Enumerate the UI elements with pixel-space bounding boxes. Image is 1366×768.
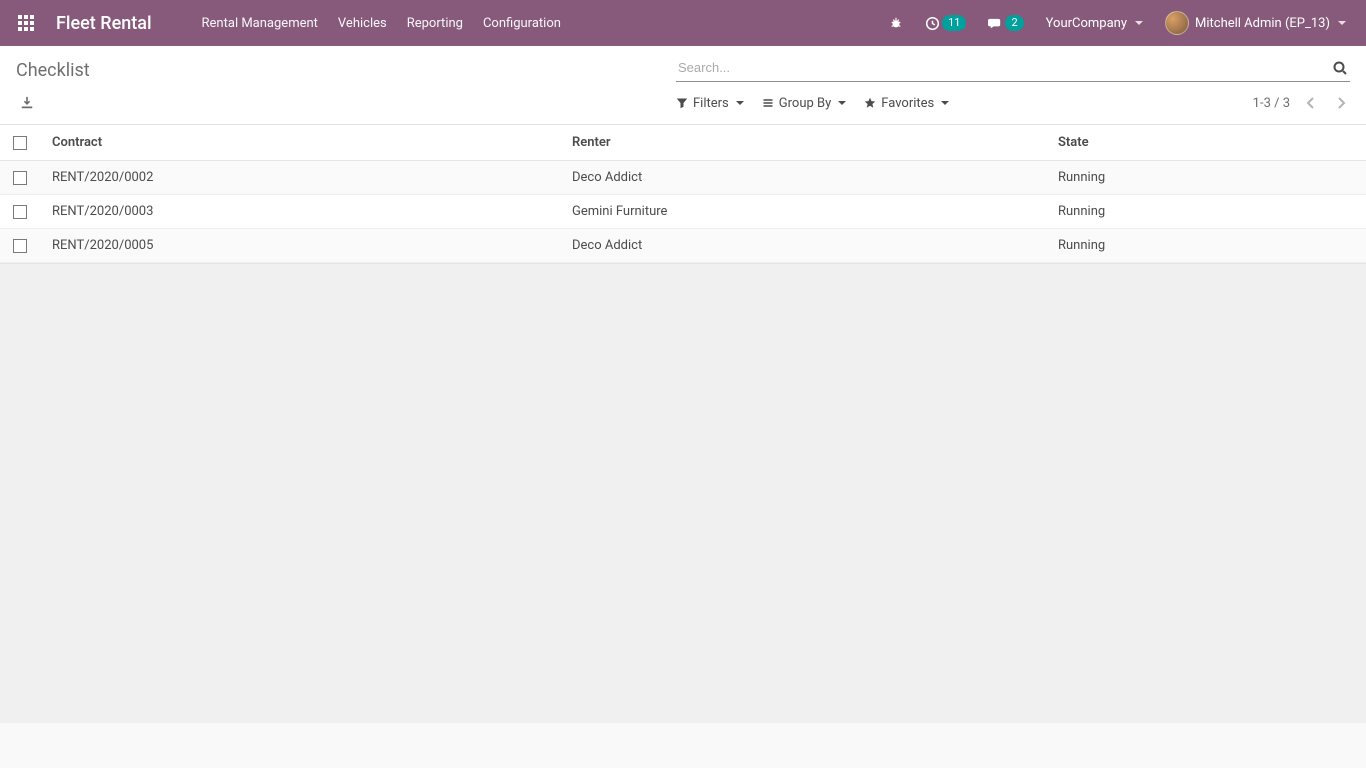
- filters-label: Filters: [693, 96, 729, 111]
- table-header-row: Contract Renter State: [0, 125, 1366, 161]
- company-switcher[interactable]: YourCompany: [1038, 0, 1151, 46]
- column-header-state[interactable]: State: [1046, 125, 1286, 161]
- discuss-button[interactable]: 2: [980, 0, 1031, 46]
- row-checkbox-cell: [0, 229, 40, 263]
- cell-trailing: [1286, 229, 1366, 263]
- chevron-left-icon: [1306, 96, 1316, 110]
- checklist-table: Contract Renter State RENT/2020/0002Deco…: [0, 125, 1366, 263]
- row-checkbox-cell: [0, 161, 40, 195]
- pager-value[interactable]: 1-3 / 3: [1253, 96, 1290, 111]
- table-row[interactable]: RENT/2020/0005Deco AddictRunning: [0, 229, 1366, 263]
- nav-right: 11 2 YourCompany Mitchell Admin (EP_13): [881, 0, 1354, 46]
- apps-grid-icon: [18, 15, 34, 31]
- activities-button[interactable]: 11: [917, 0, 974, 46]
- apps-menu-button[interactable]: [8, 0, 44, 46]
- column-header-contract[interactable]: Contract: [40, 125, 560, 161]
- favorites-dropdown[interactable]: Favorites: [864, 96, 949, 111]
- favorites-label: Favorites: [881, 96, 934, 111]
- cell-contract: RENT/2020/0003: [40, 195, 560, 229]
- table-row[interactable]: RENT/2020/0002Deco AddictRunning: [0, 161, 1366, 195]
- groupby-dropdown[interactable]: Group By: [762, 96, 847, 111]
- pager-prev[interactable]: [1302, 92, 1320, 114]
- chat-icon: [988, 16, 1003, 31]
- export-button[interactable]: [16, 92, 38, 114]
- debug-button[interactable]: [881, 0, 911, 46]
- clock-icon: [925, 16, 940, 31]
- search-icon: [1332, 60, 1348, 76]
- cell-state: Running: [1046, 229, 1286, 263]
- cell-state: Running: [1046, 195, 1286, 229]
- cell-trailing: [1286, 161, 1366, 195]
- page-title: Checklist: [16, 54, 676, 81]
- cell-state: Running: [1046, 161, 1286, 195]
- table-row[interactable]: RENT/2020/0003Gemini FurnitureRunning: [0, 195, 1366, 229]
- caret-down-icon: [736, 101, 744, 105]
- user-name: Mitchell Admin (EP_13): [1195, 16, 1330, 31]
- funnel-icon: [676, 97, 688, 109]
- pager-next[interactable]: [1332, 92, 1350, 114]
- cell-renter: Deco Addict: [560, 161, 1046, 195]
- filters-dropdown[interactable]: Filters: [676, 96, 744, 111]
- activities-badge: 11: [942, 15, 966, 31]
- row-checkbox[interactable]: [13, 205, 27, 219]
- caret-down-icon: [1135, 21, 1143, 25]
- company-name: YourCompany: [1046, 16, 1127, 31]
- avatar-icon: [1165, 11, 1189, 35]
- search-container: [676, 54, 1350, 82]
- user-menu[interactable]: Mitchell Admin (EP_13): [1157, 0, 1354, 46]
- select-all-checkbox[interactable]: [13, 136, 27, 150]
- groupby-label: Group By: [779, 96, 832, 111]
- pager: 1-3 / 3: [1253, 92, 1350, 114]
- nav-menu: Rental Management Vehicles Reporting Con…: [192, 0, 571, 46]
- bug-icon: [889, 16, 903, 30]
- star-icon: [864, 97, 876, 109]
- cell-contract: RENT/2020/0005: [40, 229, 560, 263]
- search-button[interactable]: [1332, 60, 1348, 76]
- caret-down-icon: [1338, 21, 1346, 25]
- control-panel: Checklist Filters: [0, 46, 1366, 125]
- cell-renter: Deco Addict: [560, 229, 1046, 263]
- app-brand[interactable]: Fleet Rental: [56, 13, 152, 34]
- row-checkbox[interactable]: [13, 171, 27, 185]
- nav-item-reporting[interactable]: Reporting: [397, 0, 473, 46]
- nav-item-configuration[interactable]: Configuration: [473, 0, 571, 46]
- list-icon: [762, 97, 774, 109]
- row-checkbox-cell: [0, 195, 40, 229]
- column-header-renter[interactable]: Renter: [560, 125, 1046, 161]
- search-input[interactable]: [676, 54, 1350, 81]
- discuss-badge: 2: [1005, 15, 1023, 31]
- column-header-options[interactable]: [1286, 125, 1366, 161]
- row-checkbox[interactable]: [13, 239, 27, 253]
- nav-item-vehicles[interactable]: Vehicles: [328, 0, 397, 46]
- cell-renter: Gemini Furniture: [560, 195, 1046, 229]
- download-icon: [20, 96, 34, 110]
- nav-item-rental-management[interactable]: Rental Management: [192, 0, 328, 46]
- chevron-right-icon: [1336, 96, 1346, 110]
- empty-area: [0, 263, 1366, 723]
- cell-trailing: [1286, 195, 1366, 229]
- top-navbar: Fleet Rental Rental Management Vehicles …: [0, 0, 1366, 46]
- caret-down-icon: [941, 101, 949, 105]
- header-checkbox-cell: [0, 125, 40, 161]
- list-view: Contract Renter State RENT/2020/0002Deco…: [0, 125, 1366, 263]
- caret-down-icon: [838, 101, 846, 105]
- cell-contract: RENT/2020/0002: [40, 161, 560, 195]
